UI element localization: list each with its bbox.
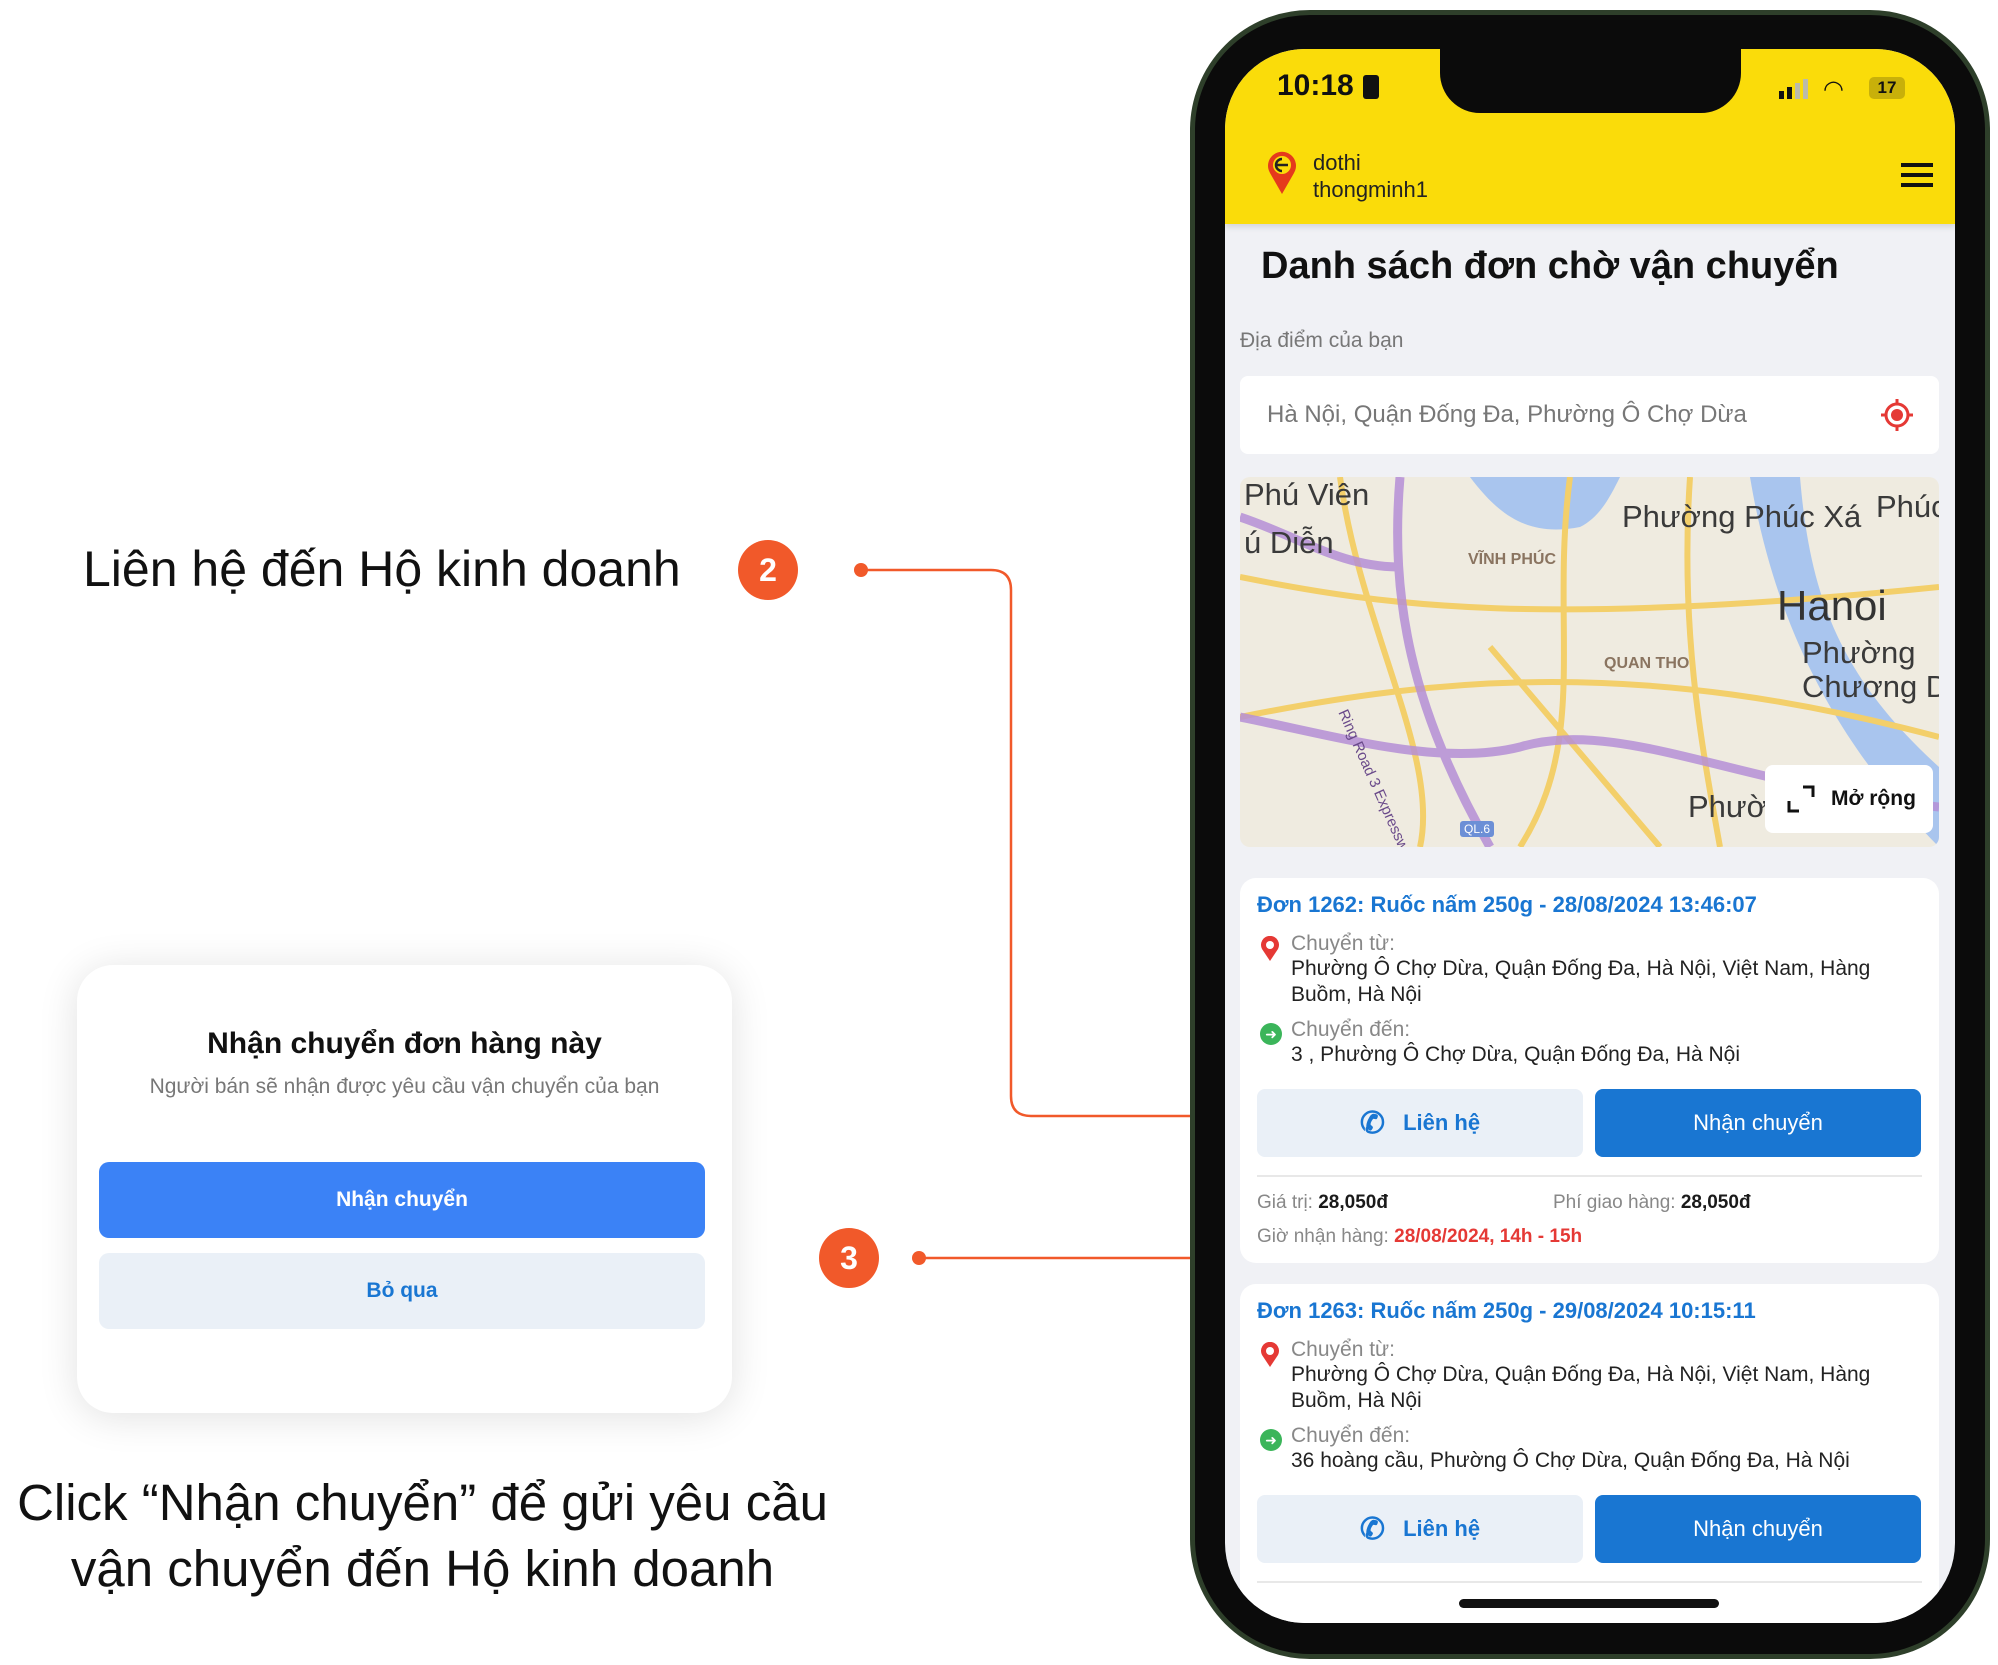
page-title: Danh sách đơn chờ vận chuyển xyxy=(1261,245,1839,287)
accept-order-button[interactable]: Nhận chuyển xyxy=(1595,1495,1921,1563)
contact-label: Liên hệ xyxy=(1403,1110,1481,1135)
phone-screen: 10:18 ◠ 17 dothi thongminh1 Danh sách đơ… xyxy=(1225,49,1955,1623)
fee-label: Phí giao hàng: xyxy=(1553,1192,1676,1213)
contact-label: Liên hệ xyxy=(1403,1516,1481,1541)
notch xyxy=(1440,49,1741,113)
signal-icon xyxy=(1779,79,1808,99)
map-label: VĨNH PHÚC xyxy=(1468,551,1557,568)
divider xyxy=(1257,1175,1922,1177)
location-input[interactable]: Hà Nội, Quận Đống Đa, Phường Ô Chợ Dừa xyxy=(1240,376,1939,454)
value-label: Giá trị: xyxy=(1257,1192,1313,1213)
map-label: Phúc xyxy=(1876,489,1939,524)
to-label: Chuyển đến: xyxy=(1291,1424,1411,1447)
to-address: 3 , Phường Ô Chợ Dừa, Quận Đống Đa, Hà N… xyxy=(1291,1043,1741,1066)
order-to: Chuyển đến: 36 hoàng cầu, Phường Ô Chợ D… xyxy=(1291,1424,1931,1474)
brand-name: dothi thongminh1 xyxy=(1313,149,1428,203)
order-pickup: Giờ nhận hàng: 28/08/2024, 14h - 15h xyxy=(1257,1226,1582,1248)
contact-button[interactable]: ✆ Liên hệ xyxy=(1257,1089,1583,1157)
phone-icon: ✆ xyxy=(1359,1106,1386,1140)
menu-icon[interactable] xyxy=(1901,163,1933,187)
brand-logo-icon xyxy=(1268,151,1296,194)
phone-icon: ✆ xyxy=(1359,1512,1386,1546)
focus-icon xyxy=(1363,75,1379,99)
location-label: Địa điểm của bạn xyxy=(1240,329,1404,352)
map-label: Hanoi xyxy=(1777,582,1887,629)
locate-me-icon[interactable] xyxy=(1880,398,1914,432)
accept-order-button[interactable]: Nhận chuyển xyxy=(1595,1089,1921,1157)
fee-amount: 28,050đ xyxy=(1680,1192,1751,1213)
map-label: ú Diễn xyxy=(1244,525,1334,560)
from-label: Chuyển từ: xyxy=(1291,1338,1395,1361)
value-amount: 28,050đ xyxy=(1318,1192,1388,1213)
to-label: Chuyển đến: xyxy=(1291,1018,1411,1041)
status-time: 10:18 xyxy=(1277,69,1354,102)
map-road-badge: QL.6 xyxy=(1460,821,1495,837)
map-label: Phú Viên xyxy=(1244,477,1370,512)
order-title: Đơn 1263: Ruốc nấm 250g - 29/08/2024 10:… xyxy=(1257,1298,1756,1323)
dialog-subtitle: Người bán sẽ nhận được yêu cầu vận chuyể… xyxy=(149,1075,660,1098)
map-label: Phườ xyxy=(1688,789,1767,824)
location-input-value: Hà Nội, Quận Đống Đa, Phường Ô Chợ Dừa xyxy=(1267,401,1747,428)
map-expand-label: Mở rộng xyxy=(1831,787,1916,810)
from-label: Chuyển từ: xyxy=(1291,932,1395,955)
contact-button[interactable]: ✆ Liên hệ xyxy=(1257,1495,1583,1563)
map-label: Chương D xyxy=(1802,669,1939,704)
pickup-label: Giờ nhận hàng: xyxy=(1257,1226,1389,1247)
pin-icon xyxy=(1261,1342,1279,1367)
dialog-skip-button[interactable]: Bỏ qua xyxy=(99,1253,705,1329)
order-card: Đơn 1262: Ruốc nấm 250g - 28/08/2024 13:… xyxy=(1240,878,1939,1263)
wifi-icon: ◠ xyxy=(1823,76,1844,103)
from-address: Phường Ô Chợ Dừa, Quận Đống Đa, Hà Nội, … xyxy=(1291,957,1871,1006)
order-card: Đơn 1263: Ruốc nấm 250g - 29/08/2024 10:… xyxy=(1240,1284,1939,1623)
map-label: Phường Phúc Xá xyxy=(1622,499,1862,534)
pin-icon xyxy=(1261,936,1279,961)
dialog-confirm-button[interactable]: Nhận chuyển xyxy=(99,1162,705,1238)
map-label: Phường xyxy=(1802,635,1916,670)
from-address: Phường Ô Chợ Dừa, Quận Đống Đa, Hà Nội, … xyxy=(1291,1363,1871,1412)
app-header: 10:18 ◠ 17 dothi thongminh1 xyxy=(1225,49,1955,224)
order-from: Chuyển từ: Phường Ô Chợ Dừa, Quận Đống Đ… xyxy=(1291,1338,1931,1414)
order-fee: Phí giao hàng: 28,050đ xyxy=(1553,1192,1751,1214)
divider xyxy=(1257,1581,1922,1583)
brand-line-1: dothi xyxy=(1313,150,1361,175)
map-expand-button[interactable]: Mở rộng xyxy=(1765,765,1933,833)
caption-line-2: vận chuyển đến Hộ kinh doanh xyxy=(70,1540,775,1597)
order-to: Chuyển đến: 3 , Phường Ô Chợ Dừa, Quận Đ… xyxy=(1291,1018,1931,1068)
arrow-right-circle-icon: ➜ xyxy=(1260,1023,1282,1045)
arrow-right-circle-icon: ➜ xyxy=(1260,1429,1282,1451)
battery-indicator: 17 xyxy=(1869,77,1905,99)
dialog-title: Nhận chuyển đơn hàng này xyxy=(207,1027,602,1060)
instruction-caption: Click “Nhận chuyển” để gửi yêu cầu vận c… xyxy=(0,1470,845,1602)
caption-line-1: Click “Nhận chuyển” để gửi yêu cầu xyxy=(17,1474,828,1531)
order-title: Đơn 1262: Ruốc nấm 250g - 28/08/2024 13:… xyxy=(1257,892,1757,917)
order-from: Chuyển từ: Phường Ô Chợ Dừa, Quận Đống Đ… xyxy=(1291,932,1931,1008)
map-view[interactable]: Phú Viên ú Diễn VĨNH PHÚC Phường Phúc Xá… xyxy=(1240,477,1939,847)
expand-icon xyxy=(1787,785,1815,813)
map-label: QUAN THO xyxy=(1604,655,1690,672)
accept-order-dialog: Nhận chuyển đơn hàng này Người bán sẽ nh… xyxy=(77,965,732,1413)
pickup-time: 28/08/2024, 14h - 15h xyxy=(1394,1226,1583,1247)
to-address: 36 hoàng cầu, Phường Ô Chợ Dừa, Quận Đốn… xyxy=(1291,1449,1850,1472)
brand-line-2: thongminh1 xyxy=(1313,177,1428,202)
order-value: Giá trị: 28,050đ xyxy=(1257,1192,1388,1214)
home-indicator[interactable] xyxy=(1459,1599,1719,1608)
